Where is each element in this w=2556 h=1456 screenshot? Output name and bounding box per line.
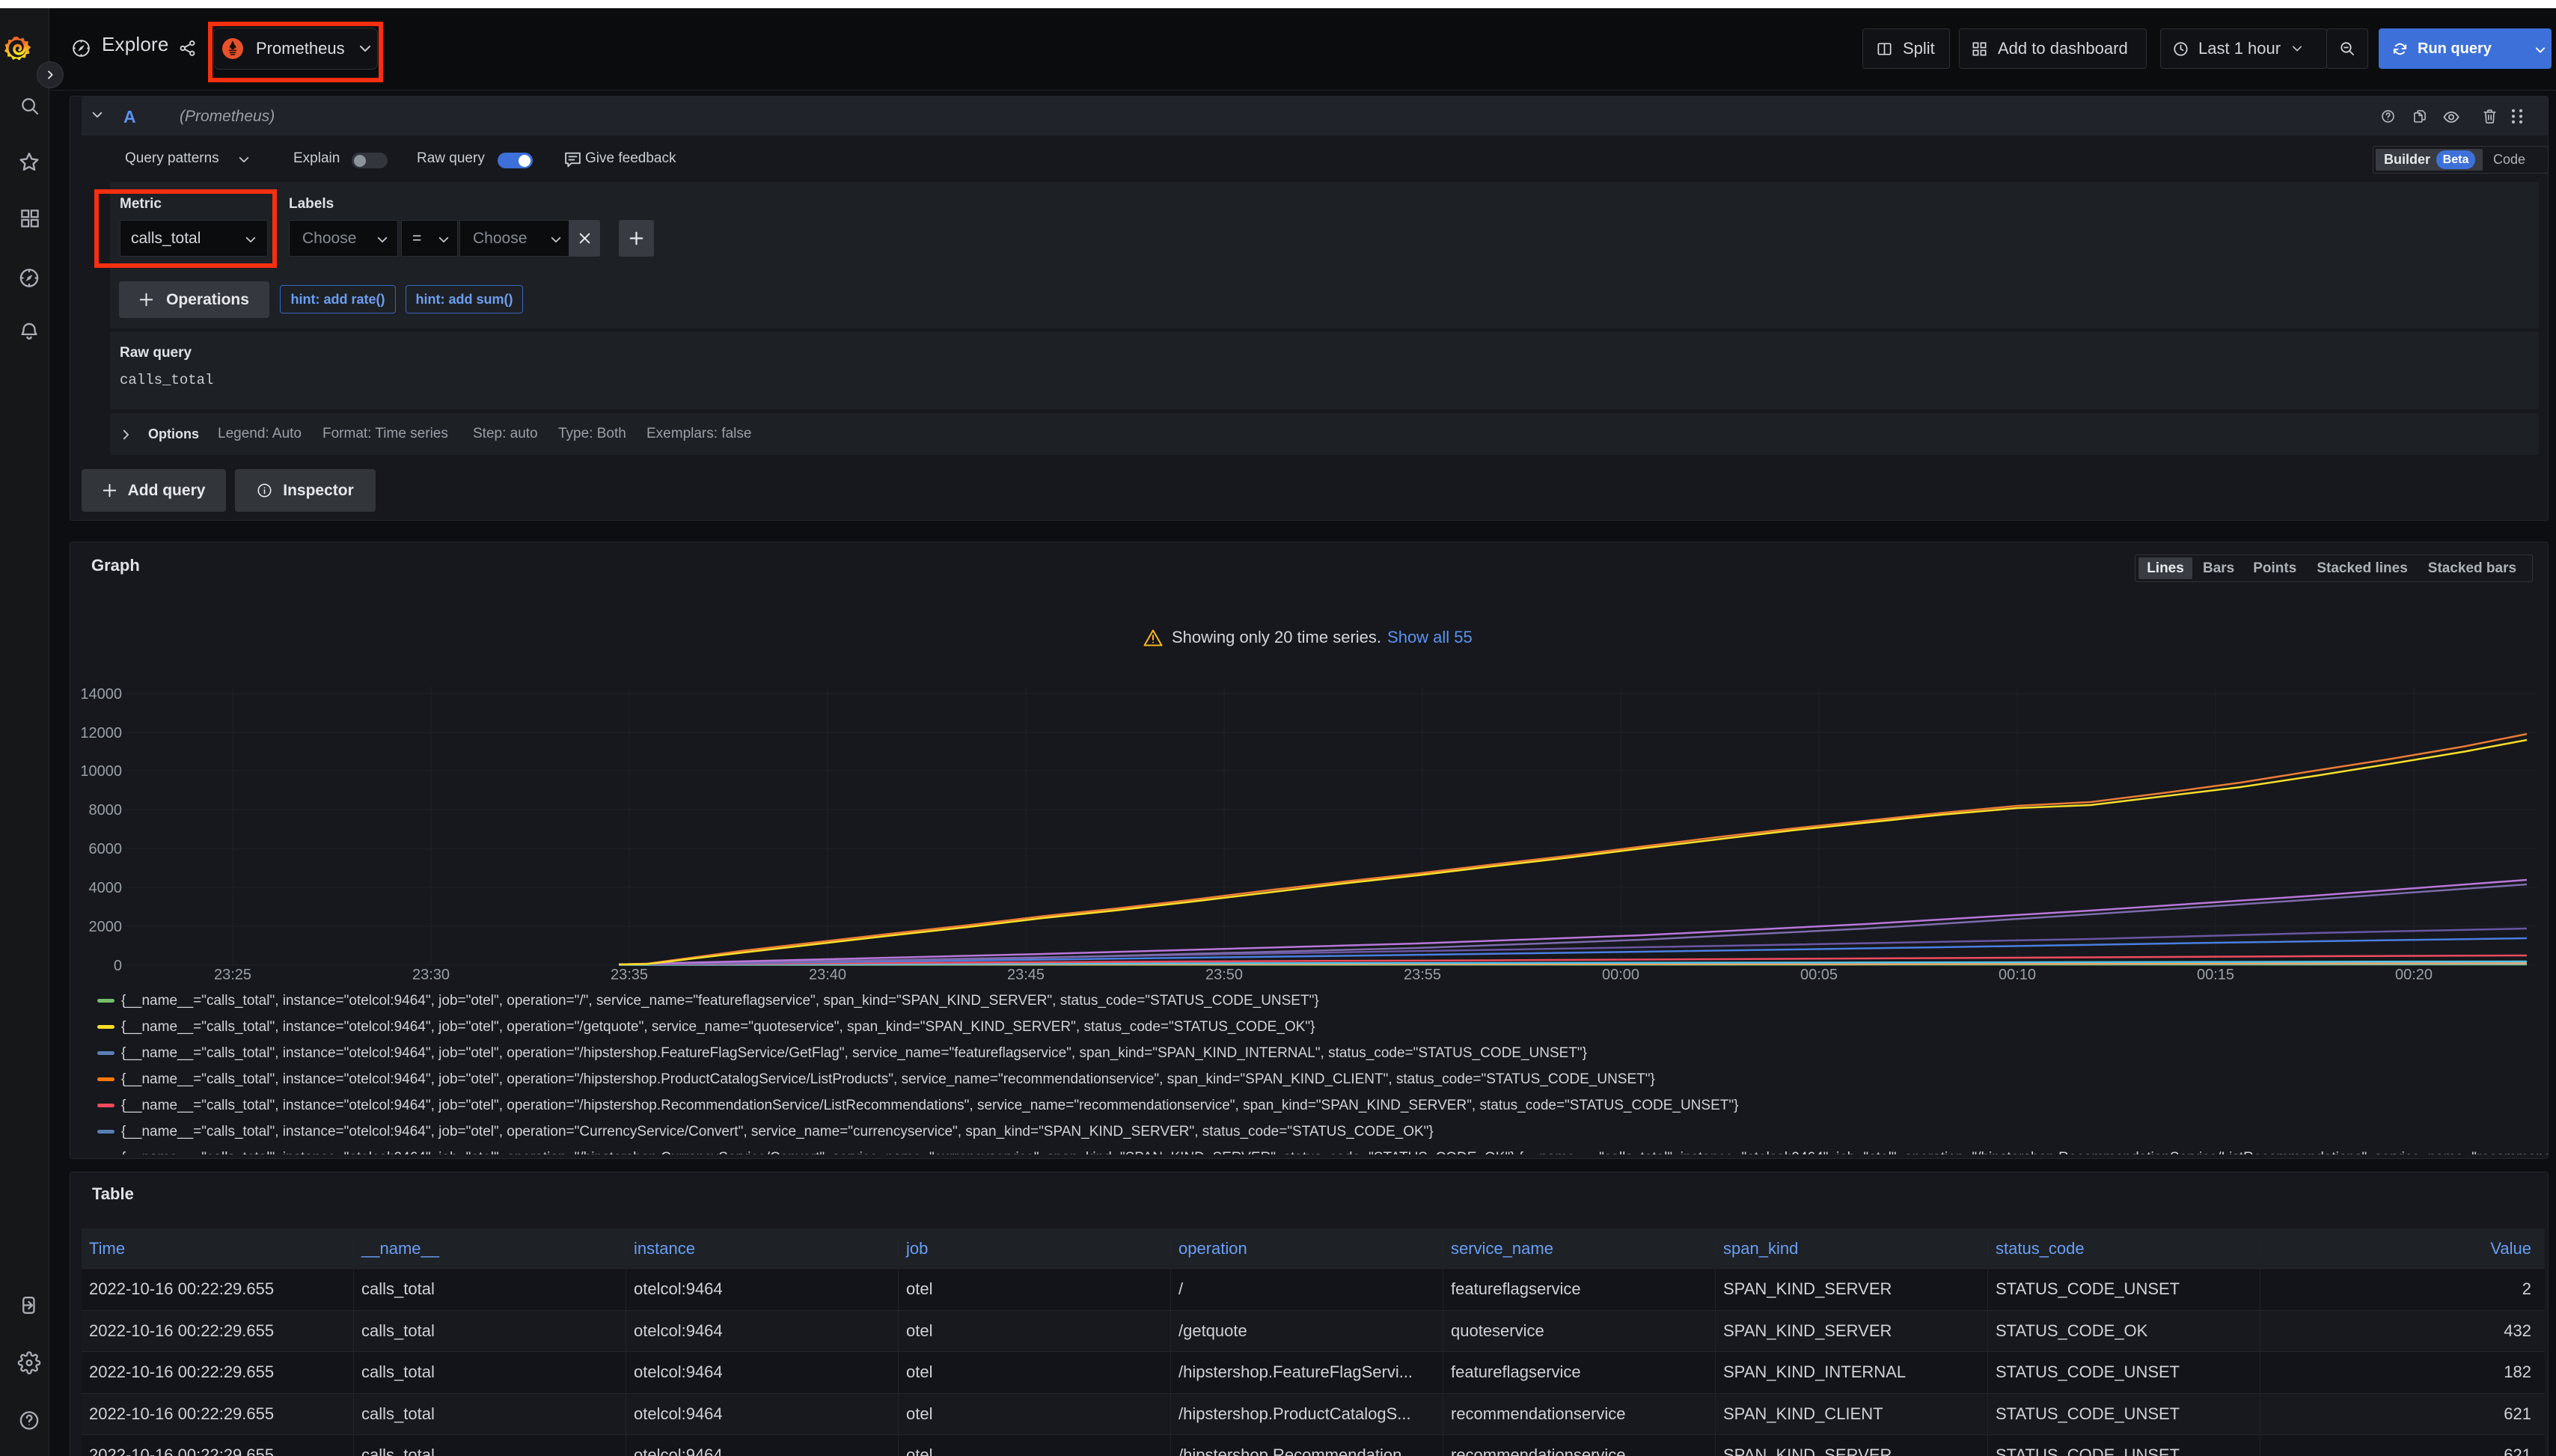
svg-text:00:15: 00:15: [2197, 967, 2234, 983]
svg-text:23:45: 23:45: [1007, 967, 1045, 983]
svg-text:8000: 8000: [89, 802, 123, 819]
svg-text:00:05: 00:05: [1800, 967, 1838, 983]
svg-text:12000: 12000: [80, 725, 122, 741]
svg-text:00:00: 00:00: [1602, 967, 1639, 983]
svg-text:4000: 4000: [89, 880, 123, 896]
svg-text:10000: 10000: [80, 763, 122, 780]
svg-text:23:40: 23:40: [809, 967, 846, 983]
svg-text:23:50: 23:50: [1205, 967, 1243, 983]
svg-text:23:30: 23:30: [412, 967, 450, 983]
svg-text:14000: 14000: [80, 686, 122, 703]
svg-text:23:25: 23:25: [214, 967, 251, 983]
svg-text:0: 0: [114, 958, 122, 974]
svg-text:23:35: 23:35: [611, 967, 648, 983]
svg-text:2000: 2000: [89, 919, 123, 935]
svg-text:6000: 6000: [89, 841, 123, 857]
svg-text:00:10: 00:10: [1999, 967, 2036, 983]
svg-text:00:20: 00:20: [2395, 967, 2433, 983]
svg-text:23:55: 23:55: [1404, 967, 1441, 983]
